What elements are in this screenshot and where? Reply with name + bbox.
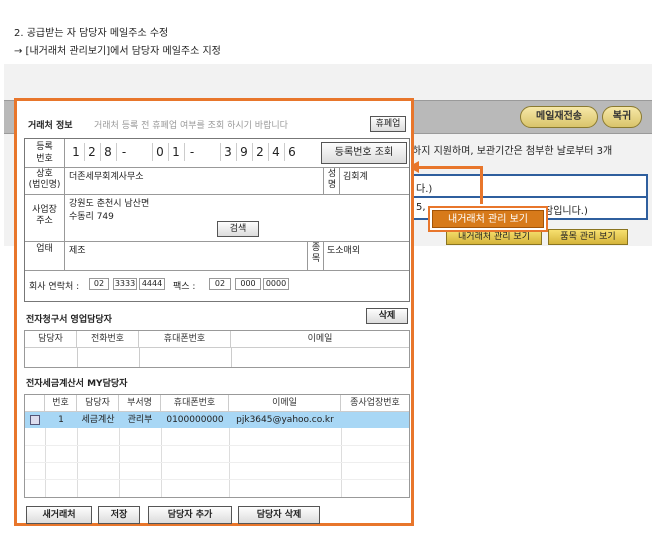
delete-contact-button[interactable]: 담당자 삭제	[238, 506, 320, 524]
row-dept: 관리부	[127, 415, 153, 425]
sales-col-mobile: 휴대폰번호	[139, 331, 231, 347]
phone-part-1[interactable]: 02	[89, 278, 109, 290]
client-info-box: 등록 번호 128-01-39246 등록번호 조회 상호 (법인명) 더존세무…	[24, 138, 410, 302]
reg-digit: 8	[104, 145, 112, 159]
company-label: 상호 (법인명)	[25, 168, 65, 194]
client-info-hint: 거래처 등록 전 휴폐업 여부를 조회 하시기 바랍니다	[94, 121, 288, 131]
save-button[interactable]: 저장	[98, 506, 140, 524]
business-label: 업태	[25, 242, 65, 270]
business-value: 제조	[69, 246, 86, 256]
my-col-no: 번호	[45, 395, 77, 411]
resend-mail-button[interactable]: 메일재전송	[520, 106, 598, 128]
type-value: 도소매외	[327, 246, 361, 256]
callout-label: 내거래처 관리 보기	[432, 210, 544, 228]
row-mobile: 0100000000	[166, 415, 224, 425]
sales-col-name: 담당자	[25, 331, 77, 347]
background-row-1-text: 다.)	[416, 184, 433, 195]
reg-digit: 0	[156, 145, 164, 159]
phone-part-3[interactable]: 4444	[139, 278, 165, 290]
row-name: 세금계산	[81, 415, 115, 425]
client-info-title: 거래처 정보	[28, 121, 73, 131]
fax-part-3[interactable]: 0000	[263, 278, 289, 290]
my-col-name: 담당자	[77, 395, 119, 411]
background-row-1[interactable]: 다.)	[412, 174, 648, 198]
page-subheading: → [내거래처 관리보기]에서 담당자 메일주소 지정	[14, 46, 221, 57]
sales-col-phone: 전화번호	[77, 331, 139, 347]
sales-contact-delete-button[interactable]: 삭제	[366, 308, 408, 324]
sales-contact-title: 전자청구서 영업담당자	[26, 315, 112, 325]
address-search-button[interactable]: 검색	[217, 221, 259, 237]
closure-check-button[interactable]: 휴폐업	[370, 116, 406, 132]
name-value: 김회계	[343, 172, 368, 182]
type-label: 종 목	[311, 243, 321, 264]
row-no: 1	[58, 415, 64, 425]
fax-part-1[interactable]: 02	[209, 278, 231, 290]
address-line-1: 강원도 춘천시 남산면	[69, 199, 150, 209]
reg-lookup-button[interactable]: 등록번호 조회	[321, 142, 407, 164]
company-value: 더존세무회계사무소	[69, 172, 144, 182]
page-heading: 2. 공급받는 자 담당자 메일주소 수정	[14, 28, 169, 39]
reg-digit: 4	[272, 145, 280, 159]
my-col-check	[25, 395, 45, 411]
sales-contact-table: 담당자 전화번호 휴대폰번호 이메일	[24, 330, 410, 368]
background-row-2-tail: 잠입니다.)	[544, 206, 588, 217]
my-col-email: 이메일	[229, 395, 341, 411]
reg-digit: 2	[256, 145, 264, 159]
my-col-dept: 부서명	[119, 395, 161, 411]
background-notice: 하지 지원하며, 보관기간은 첨부한 날로부터 3개	[412, 146, 613, 157]
reg-digit: 1	[72, 145, 80, 159]
row-checkbox[interactable]	[30, 415, 40, 425]
my-contact-title: 전자세금계산서 MY담당자	[26, 379, 128, 389]
reg-digit: 9	[240, 145, 248, 159]
add-contact-button[interactable]: 담당자 추가	[148, 506, 232, 524]
reg-digit: 6	[288, 145, 296, 159]
phone-part-2[interactable]: 3333	[113, 278, 137, 290]
my-col-branch: 종사업장번호	[350, 398, 400, 408]
client-dialog: 거래처 정보 거래처 등록 전 휴폐업 여부를 조회 하시기 바랍니다 휴폐업 …	[14, 98, 414, 526]
callout-arrow-line-vertical	[480, 168, 483, 204]
sales-col-email: 이메일	[307, 334, 333, 344]
name-label: 성 명	[327, 169, 337, 190]
new-client-button[interactable]: 새거래처	[26, 506, 92, 524]
my-contact-table: 번호 담당자 부서명 휴대폰번호 이메일 종사업장번호 1 세금계산 관리부 0…	[24, 394, 410, 498]
fax-label: 팩스 :	[173, 282, 196, 292]
item-manage-tab[interactable]: 품목 관리 보기	[548, 229, 628, 245]
reg-digit: 2	[88, 145, 96, 159]
fax-part-2[interactable]: 000	[235, 278, 261, 290]
table-row[interactable]: 1 세금계산 관리부 0100000000 pjk3645@yahoo.co.k…	[25, 412, 409, 428]
address-line-2: 수동리 749	[69, 212, 114, 222]
copy-button[interactable]: 복귀	[602, 106, 642, 128]
address-label: 사업장 주소	[25, 195, 65, 241]
reg-digit: -	[121, 145, 127, 159]
row-email: pjk3645@yahoo.co.kr	[236, 415, 334, 425]
reg-digit: 1	[172, 145, 180, 159]
background-row-2-text: 5,	[416, 202, 426, 213]
callout-arrow-line	[418, 166, 483, 169]
callout-client-manage[interactable]: 내거래처 관리 보기	[428, 206, 548, 232]
reg-number-label: 등록 번호	[25, 139, 65, 167]
contact-label: 회사 연락처 :	[29, 282, 80, 292]
reg-digit: 3	[224, 145, 232, 159]
reg-digit: -	[189, 145, 195, 159]
my-col-mobile: 휴대폰번호	[161, 395, 229, 411]
